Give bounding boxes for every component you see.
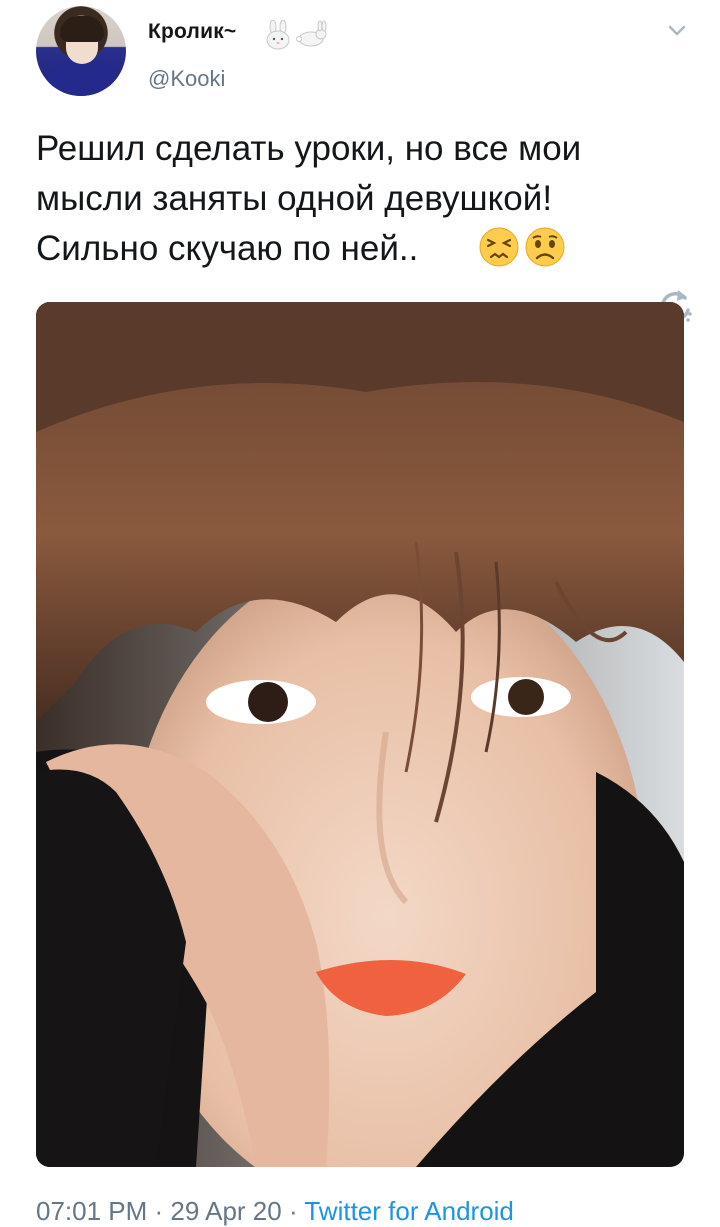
- tweet-text: Решил сделать уроки, но все мои мысли за…: [36, 124, 696, 274]
- display-name[interactable]: Кролик~: [148, 20, 236, 44]
- selfie-photo: [36, 302, 684, 1167]
- tweet-source-link[interactable]: Twitter for Android: [304, 1196, 514, 1226]
- tweet-text-line-1: Решил сделать уроки, но все мои: [36, 129, 582, 168]
- tweet-photo[interactable]: [36, 302, 684, 1167]
- persevering-face-icon: [479, 227, 519, 267]
- user-handle[interactable]: @Kooki: [148, 66, 225, 92]
- tweet-time: 07:01 PM: [36, 1196, 148, 1226]
- tweet-card: Кролик~ @Kooki Решил сделать уроки, но в…: [0, 0, 720, 1227]
- meta-separator-2: ·: [281, 1196, 305, 1226]
- name-emojis: [266, 20, 327, 50]
- meta-separator: ·: [147, 1196, 171, 1226]
- avatar[interactable]: [36, 6, 126, 96]
- tweet-emojis: [478, 226, 566, 270]
- chevron-down-icon[interactable]: [664, 18, 690, 44]
- tweet-date: 29 Apr 20: [170, 1196, 282, 1226]
- avatar-hair: [60, 16, 104, 42]
- rabbit-face-icon: [266, 20, 290, 50]
- tweet-meta: 07:01 PM · 29 Apr 20 · Twitter for Andro…: [36, 1196, 514, 1227]
- tweet-text-line-3: Сильно скучаю по ней..: [36, 229, 419, 268]
- avatar-jacket: [44, 60, 122, 96]
- tweet-text-line-2: мысли заняты одной девушкой!: [36, 179, 553, 218]
- worried-face-icon: [525, 227, 565, 267]
- rabbit-icon: [296, 20, 327, 47]
